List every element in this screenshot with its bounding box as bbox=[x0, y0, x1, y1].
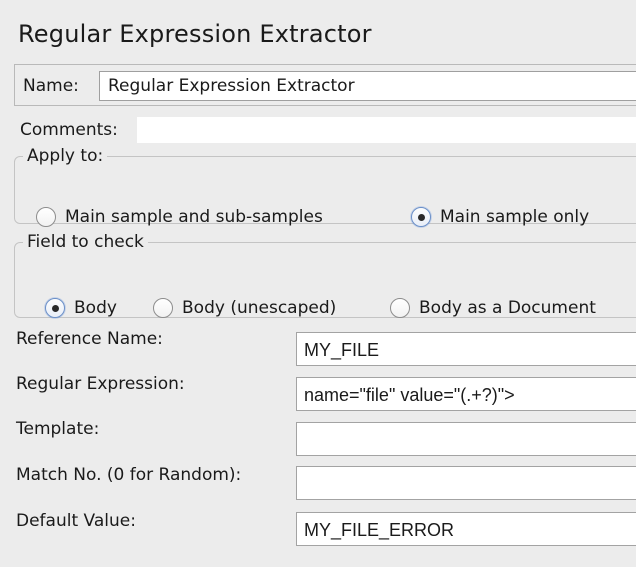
default-value-label: Default Value: bbox=[16, 511, 136, 531]
default-value-input[interactable]: MY_FILE_ERROR bbox=[296, 512, 636, 546]
page-title: Regular Expression Extractor bbox=[18, 20, 372, 48]
name-label: Name: bbox=[23, 76, 79, 96]
field-to-check-legend: Field to check bbox=[27, 232, 144, 252]
radio-body-unescaped[interactable]: Body (unescaped) bbox=[153, 298, 336, 318]
template-label: Template: bbox=[16, 419, 100, 439]
radio-selected-icon[interactable] bbox=[45, 298, 65, 318]
radio-main-and-sub-samples[interactable]: Main sample and sub-samples bbox=[36, 207, 323, 227]
radio-body[interactable]: Body bbox=[45, 298, 117, 318]
radio-circle-icon[interactable] bbox=[390, 298, 410, 318]
match-no-label: Match No. (0 for Random): bbox=[16, 465, 242, 485]
regular-expression-input[interactable]: name="file" value="(.+?)"> bbox=[296, 377, 636, 411]
apply-to-legend: Apply to: bbox=[27, 146, 104, 166]
field-to-check-group: Field to check Body Body (unescaped) Bod… bbox=[14, 232, 636, 318]
radio-circle-icon[interactable] bbox=[153, 298, 173, 318]
reference-name-label: Reference Name: bbox=[16, 329, 163, 349]
comments-label: Comments: bbox=[20, 120, 118, 140]
regular-expression-label: Regular Expression: bbox=[16, 374, 185, 394]
radio-label: Body bbox=[74, 298, 117, 318]
template-input[interactable] bbox=[296, 422, 636, 456]
apply-to-group: Apply to: Main sample and sub-samples Ma… bbox=[14, 146, 636, 227]
match-no-input[interactable] bbox=[296, 466, 636, 500]
radio-label: Main sample only bbox=[440, 207, 590, 227]
comments-input[interactable] bbox=[137, 117, 636, 143]
name-input[interactable]: Regular Expression Extractor bbox=[99, 71, 636, 101]
reference-name-input[interactable]: MY_FILE bbox=[296, 332, 636, 366]
radio-main-sample-only[interactable]: Main sample only bbox=[411, 207, 589, 227]
radio-circle-icon[interactable] bbox=[36, 207, 56, 227]
radio-label: Body (unescaped) bbox=[182, 298, 337, 318]
radio-label: Main sample and sub-samples bbox=[65, 207, 323, 227]
radio-body-as-document[interactable]: Body as a Document bbox=[390, 298, 596, 318]
radio-label: Body as a Document bbox=[419, 298, 596, 318]
radio-selected-icon[interactable] bbox=[411, 207, 431, 227]
name-panel: Name: Regular Expression Extractor bbox=[14, 64, 636, 106]
